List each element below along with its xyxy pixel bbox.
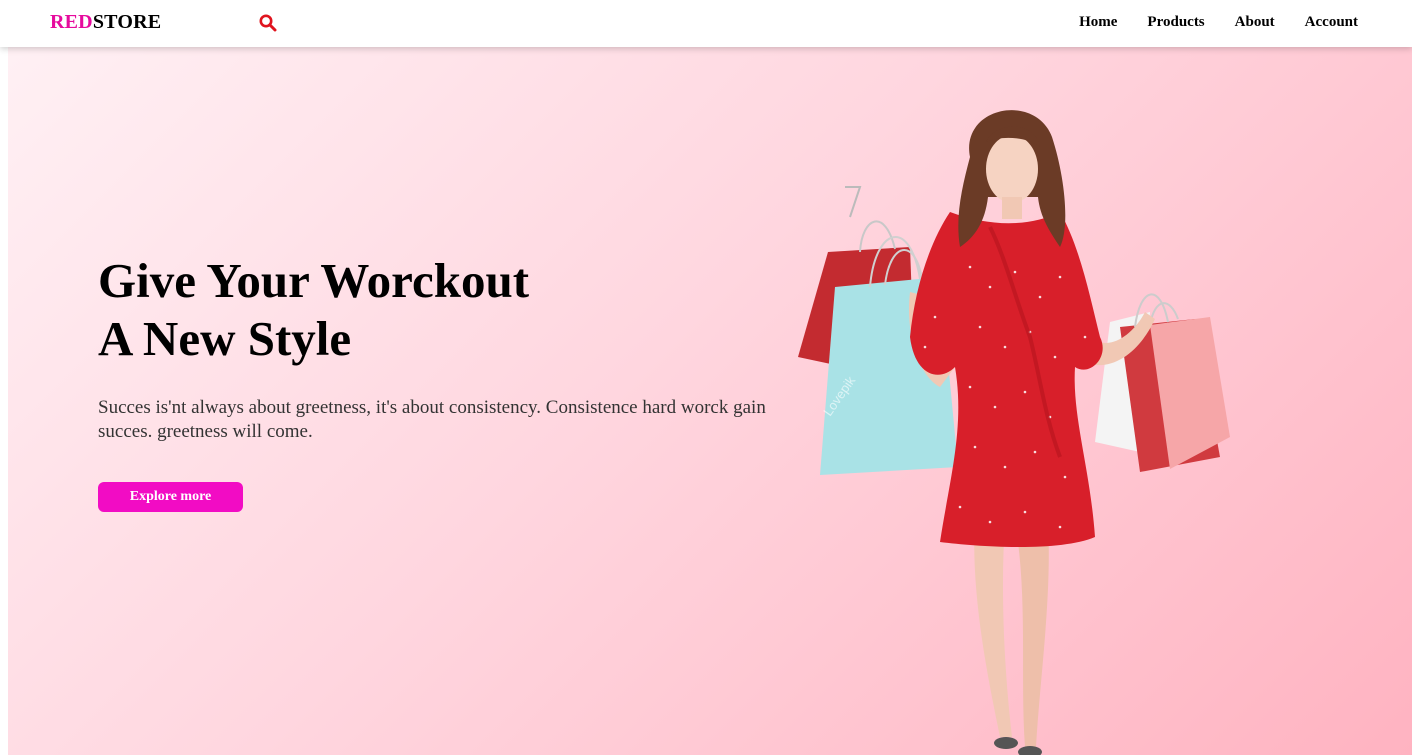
hero-section: Give Your Worckout A New Style Succes is… (8, 47, 1412, 755)
nav-item-home: Home (1079, 13, 1117, 31)
hero-model-image: Lovepik (798, 110, 1230, 755)
logo[interactable]: REDSTORE (50, 11, 161, 34)
explore-more-button[interactable]: Explore more (98, 482, 243, 512)
hero-description: Succes is'nt always about greetness, it'… (98, 397, 766, 442)
hero-title-line-2: A New Style (98, 311, 352, 366)
nav-link-home[interactable]: Home (1079, 14, 1117, 30)
nav-item-products: Products (1147, 13, 1204, 31)
logo-store: STORE (92, 11, 162, 33)
top-navbar: REDSTORE Home Products About Account (0, 0, 1412, 47)
nav-link-about[interactable]: About (1235, 14, 1275, 30)
nav-link-account[interactable]: Account (1305, 14, 1358, 30)
logo-red: RED (50, 11, 93, 33)
hero-title-line-1: Give Your Worckout (98, 253, 530, 308)
nav-link-products[interactable]: Products (1147, 14, 1204, 30)
hero-title: Give Your Worckout A New Style (98, 252, 529, 368)
nav-item-about: About (1235, 13, 1275, 31)
nav-links: Home Products About Account (1079, 13, 1358, 31)
nav-item-account: Account (1305, 13, 1358, 31)
search-icon[interactable] (259, 14, 277, 32)
